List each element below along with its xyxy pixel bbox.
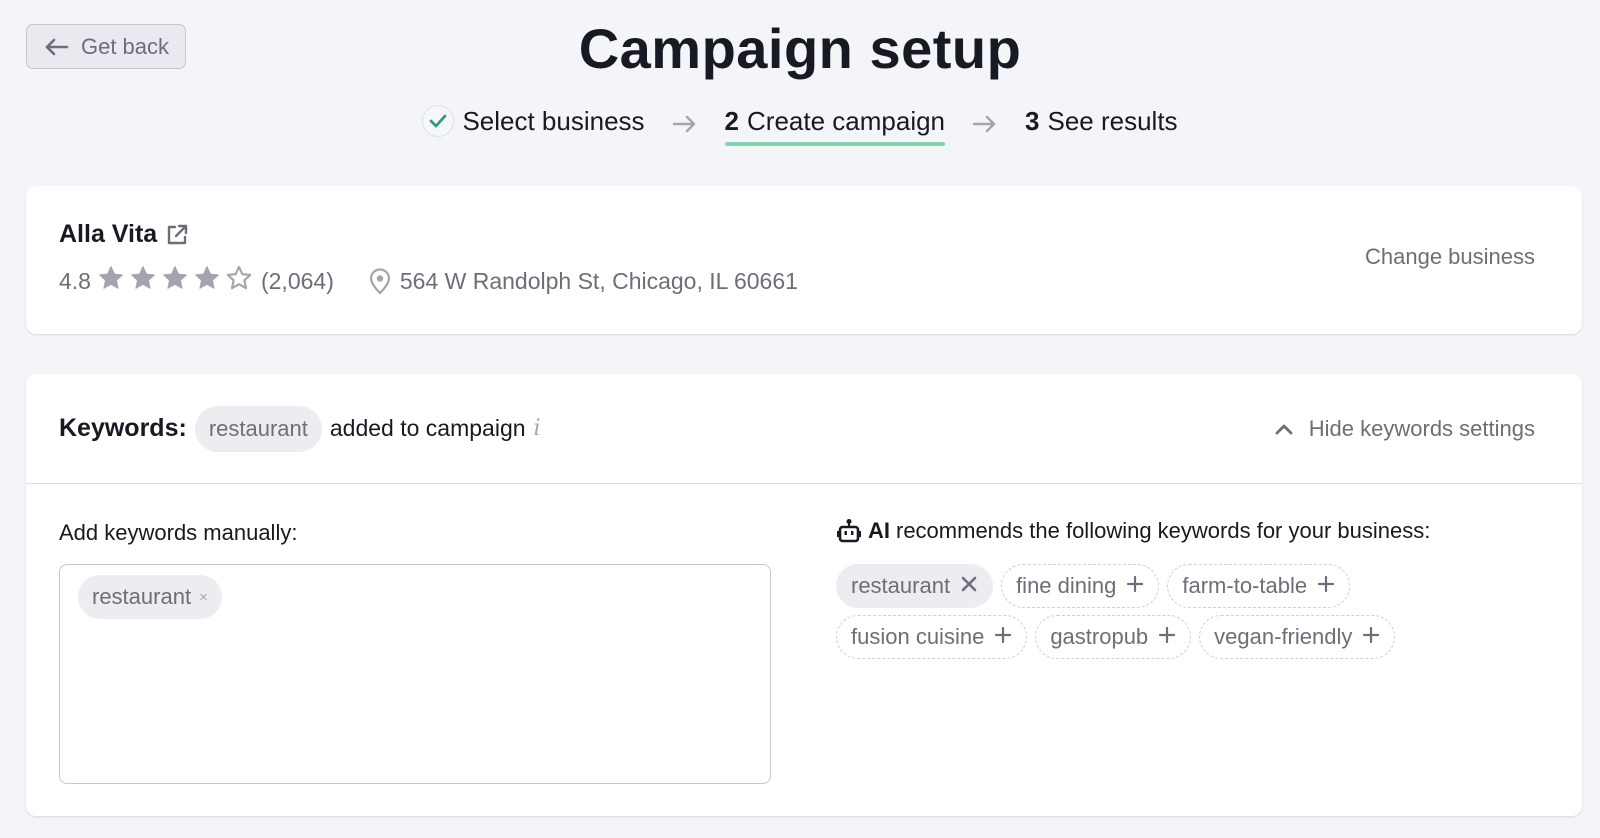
keyword-suggestion-label: fusion cuisine bbox=[851, 624, 985, 649]
ai-prefix: AI bbox=[868, 518, 890, 543]
location: 564 W Randolph St, Chicago, IL 60661 bbox=[368, 267, 798, 295]
hide-keywords-settings-button[interactable]: Hide keywords settings bbox=[1275, 374, 1535, 484]
star-filled-icon bbox=[193, 264, 221, 298]
keyword-suggestion-label: restaurant bbox=[851, 573, 951, 598]
step-number: 3 bbox=[1025, 105, 1040, 136]
ai-label-text: recommends the following keywords for yo… bbox=[896, 518, 1431, 543]
star-filled-icon bbox=[161, 264, 189, 298]
info-icon[interactable]: i bbox=[534, 416, 541, 441]
keyword-suggestion-chip[interactable]: fusion cuisine bbox=[836, 615, 1028, 659]
keywords-header: Keywords: restaurant added to campaign i… bbox=[26, 374, 1582, 484]
address: 564 W Randolph St, Chicago, IL 60661 bbox=[399, 267, 798, 294]
stepper: Select business 2 Create campaign 3 See … bbox=[0, 104, 1600, 146]
add-icon bbox=[1317, 573, 1335, 599]
keyword-tag-label: restaurant bbox=[92, 584, 192, 609]
keywords-label: Keywords: bbox=[59, 414, 187, 442]
keyword-tag: restaurant × bbox=[78, 575, 222, 619]
change-business-link[interactable]: Change business bbox=[1365, 244, 1535, 270]
add-icon bbox=[1126, 573, 1144, 599]
keyword-suggestion-label: fine dining bbox=[1016, 573, 1117, 598]
step-label: Select business bbox=[462, 105, 645, 136]
ai-recommendation-label: AI recommends the following keywords for… bbox=[836, 518, 1430, 544]
business-name-text: Alla Vita bbox=[59, 220, 158, 248]
keywords-card: Keywords: restaurant added to campaign i… bbox=[26, 374, 1582, 816]
remove-tag-icon[interactable]: × bbox=[199, 589, 208, 606]
step-select-business[interactable]: Select business bbox=[422, 104, 645, 144]
arrow-right-icon bbox=[672, 115, 695, 133]
star-filled-icon bbox=[97, 264, 125, 298]
step-create-campaign[interactable]: 2 Create campaign bbox=[724, 104, 946, 146]
keyword-suggestion-chip[interactable]: farm-to-table bbox=[1167, 564, 1351, 608]
star-filled-icon bbox=[129, 264, 157, 298]
hide-keywords-label: Hide keywords settings bbox=[1308, 416, 1535, 441]
keyword-suggestion-label: farm-to-table bbox=[1182, 573, 1308, 598]
arrow-right-icon bbox=[972, 115, 996, 133]
step-number: 2 bbox=[724, 105, 740, 136]
added-to-campaign-text: added to campaign bbox=[329, 415, 526, 441]
manual-keywords-label: Add keywords manually: bbox=[59, 520, 298, 545]
external-link-icon[interactable] bbox=[165, 223, 189, 247]
add-icon bbox=[994, 624, 1012, 650]
keyword-suggestion-label: gastropub bbox=[1050, 624, 1149, 649]
location-pin-icon bbox=[369, 268, 390, 295]
robot-icon bbox=[837, 519, 861, 543]
check-icon bbox=[422, 105, 455, 137]
keyword-suggestion-chip[interactable]: vegan-friendly bbox=[1199, 615, 1396, 659]
chevron-up-icon bbox=[1275, 424, 1293, 435]
rating-value: 4.8 bbox=[59, 267, 91, 294]
manual-keywords-input[interactable]: restaurant × bbox=[59, 564, 771, 784]
star-empty-icon bbox=[225, 264, 253, 298]
step-label: See results bbox=[1047, 105, 1178, 136]
step-label: Create campaign bbox=[747, 105, 946, 136]
business-name: Alla Vita bbox=[59, 220, 189, 249]
review-count: (2,064) bbox=[260, 267, 334, 294]
star-rating bbox=[97, 264, 253, 298]
business-card: Alla Vita 4.8 (2,064) 564 W Randolph St,… bbox=[26, 186, 1582, 334]
add-icon bbox=[1362, 624, 1380, 650]
add-icon bbox=[1158, 624, 1176, 650]
page-title: Campaign setup bbox=[578, 17, 1022, 80]
keyword-suggestion-label: vegan-friendly bbox=[1214, 624, 1353, 649]
ai-suggestions: restaurant fine dining farm-to-table fusion… bbox=[836, 564, 1476, 659]
keyword-suggestion-chip[interactable]: gastropub bbox=[1035, 615, 1192, 659]
business-meta: 4.8 (2,064) 564 W Randolph St, Chicago, … bbox=[59, 264, 798, 298]
keyword-suggestion-chip[interactable]: restaurant bbox=[836, 564, 994, 608]
keyword-suggestion-chip[interactable]: fine dining bbox=[1001, 564, 1160, 608]
remove-icon bbox=[960, 573, 978, 599]
added-keyword-badge: restaurant bbox=[194, 405, 322, 452]
step-see-results[interactable]: 3 See results bbox=[1025, 104, 1178, 144]
